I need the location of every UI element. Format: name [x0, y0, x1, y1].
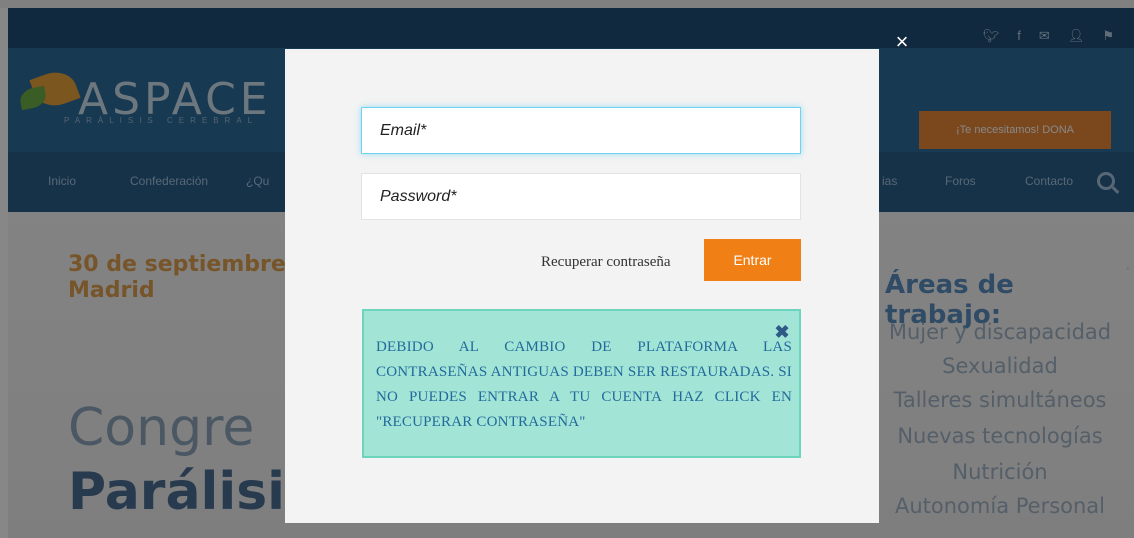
modal-close-button[interactable]: ×: [890, 30, 914, 54]
recover-password-link[interactable]: Recuperar contraseña: [541, 254, 671, 271]
password-field[interactable]: [361, 173, 801, 220]
notice-text: DEBIDO AL CAMBIO DE PLATAFORMA LAS CONTR…: [376, 339, 792, 430]
email-field[interactable]: [361, 107, 801, 154]
platform-notice: ✖ DEBIDO AL CAMBIO DE PLATAFORMA LAS CON…: [362, 309, 801, 458]
login-modal: Recuperar contraseña Entrar ✖ DEBIDO AL …: [285, 49, 879, 523]
login-button[interactable]: Entrar: [704, 239, 801, 281]
